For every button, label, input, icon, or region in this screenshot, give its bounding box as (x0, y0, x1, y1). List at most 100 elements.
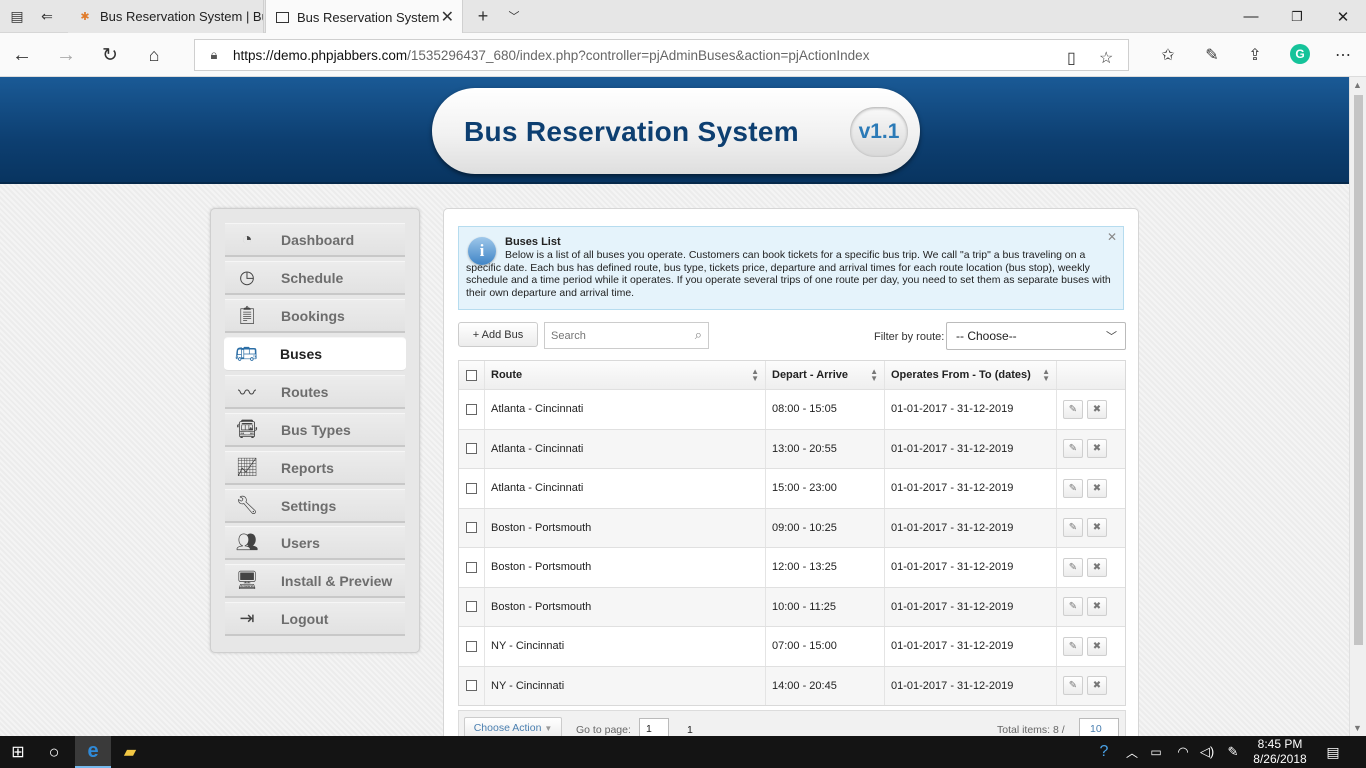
sidebar-item-settings[interactable]: 🔧︎ Settings (225, 489, 405, 523)
edit-icon[interactable]: ✎ (1063, 518, 1083, 538)
edge-browser-icon[interactable]: e (75, 736, 111, 768)
row-actions-cell: ✎ ✖ (1057, 509, 1127, 548)
web-page: Bus Reservation System v1.1 ◔ Dashboard … (0, 77, 1349, 736)
sidebar-item-bookings[interactable]: 📋︎ Bookings (225, 299, 405, 333)
volume-icon[interactable]: ◁) (1196, 736, 1218, 768)
grammarly-icon[interactable]: G (1290, 44, 1310, 64)
row-checkbox[interactable] (466, 443, 477, 455)
sidebar-item-label: Routes (281, 383, 329, 400)
chevron-up-icon[interactable]: ︿ (1122, 736, 1142, 768)
delete-icon[interactable]: ✖ (1087, 439, 1107, 459)
favorites-hub-icon[interactable]: ✩ (1155, 43, 1181, 67)
delete-icon[interactable]: ✖ (1087, 478, 1107, 498)
edit-icon[interactable]: ✎ (1063, 439, 1083, 459)
url-field[interactable]: 🔒︎ https://demo.phpjabbers.com/153529643… (194, 39, 1129, 71)
sidebar-item-label: Install & Preview (281, 572, 393, 589)
edit-icon[interactable]: ✎ (1063, 636, 1083, 656)
back-icon[interactable]: ← (9, 43, 35, 67)
sidebar-item-reports[interactable]: 📈︎ Reports (225, 451, 405, 485)
edit-icon[interactable]: ✎ (1063, 676, 1083, 696)
search-icon[interactable]: ⌕ (695, 327, 702, 343)
page-number-input[interactable]: 1 (639, 718, 669, 736)
browser-tab-2[interactable]: Bus Reservation System ✕ (265, 0, 463, 34)
tab-restore-icon[interactable]: ⇐ (36, 6, 58, 26)
tab-close-icon[interactable]: ✕ (441, 7, 454, 27)
add-bus-button[interactable]: + Add Bus (458, 322, 538, 347)
tab-list-chevron-icon[interactable]: ﹀ (503, 6, 525, 26)
action-center-icon[interactable]: ▤ (1320, 736, 1346, 768)
windows-start-icon[interactable]: ⊞ (0, 736, 36, 768)
refresh-icon[interactable]: ↻ (97, 43, 123, 67)
row-checkbox[interactable] (466, 403, 477, 415)
cortana-icon[interactable]: ○ (38, 736, 70, 768)
page-scrollbar[interactable]: ▲ ▼ (1349, 77, 1366, 736)
battery-icon[interactable]: ▭ (1146, 736, 1166, 768)
items-per-page-select[interactable]: 10 (1079, 718, 1119, 736)
depart-arrive-cell: 13:00 - 20:55 (766, 429, 885, 468)
file-explorer-icon[interactable]: ▰ (113, 736, 147, 768)
logo[interactable]: Bus Reservation System v1.1 (432, 88, 920, 174)
column-operates[interactable]: Operates From - To (dates) ▲ ▼ (885, 361, 1057, 389)
row-checkbox[interactable] (466, 482, 477, 494)
edit-icon[interactable]: ✎ (1063, 399, 1083, 419)
column-depart-arrive-label: Depart - Arrive (772, 369, 849, 381)
share-icon[interactable]: ⇪ (1242, 43, 1268, 67)
close-info-icon[interactable]: ✕ (1107, 230, 1117, 244)
clock-date: 8/26/2018 (1253, 752, 1307, 766)
forward-icon[interactable]: → (53, 43, 79, 67)
row-checkbox[interactable] (466, 680, 477, 692)
taskbar-clock[interactable]: 8:45 PM 8/26/2018 (1245, 737, 1315, 767)
row-checkbox[interactable] (466, 522, 477, 534)
row-checkbox[interactable] (466, 561, 477, 573)
sidebar-item-dashboard[interactable]: ◔ Dashboard (225, 223, 405, 257)
sidebar-item-logout[interactable]: ⇥ Logout (225, 602, 405, 636)
help-icon[interactable]: ? (1092, 736, 1116, 768)
search-input[interactable] (545, 323, 680, 348)
route-filter-select[interactable]: -- Choose-- ﹀ (946, 322, 1126, 350)
browser-tab-1[interactable]: ✱ Bus Reservation System | Bu (68, 0, 264, 33)
more-icon[interactable]: ⋯ (1330, 43, 1356, 67)
search-box: ⌕ (544, 322, 709, 349)
reading-view-icon[interactable]: ▯ (1067, 48, 1076, 68)
sidebar-item-install-preview[interactable]: 🖥︎ Install & Preview (225, 564, 405, 598)
delete-icon[interactable]: ✖ (1087, 399, 1107, 419)
delete-icon[interactable]: ✖ (1087, 636, 1107, 656)
users-icon: 👥︎ (235, 532, 259, 552)
scroll-up-icon[interactable]: ▲ (1353, 80, 1362, 90)
row-checkbox[interactable] (466, 640, 477, 652)
edit-icon[interactable]: ✎ (1063, 557, 1083, 577)
delete-icon[interactable]: ✖ (1087, 597, 1107, 617)
scroll-down-icon[interactable]: ▼ (1353, 723, 1362, 733)
monitor-icon: 🖥︎ (235, 570, 259, 590)
delete-icon[interactable]: ✖ (1087, 518, 1107, 538)
choose-action-button[interactable]: Choose Action ▼ (464, 717, 562, 736)
sidebar-item-users[interactable]: 👥︎ Users (225, 526, 405, 560)
sidebar-item-buses[interactable]: 🚌︎ Buses (224, 337, 406, 371)
scrollbar-thumb[interactable] (1354, 95, 1363, 645)
pen-icon[interactable]: ✎ (1199, 43, 1225, 67)
row-checkbox[interactable] (466, 601, 477, 613)
minimize-icon[interactable]: — (1228, 0, 1274, 33)
edit-icon[interactable]: ✎ (1063, 597, 1083, 617)
new-tab-icon[interactable]: + (472, 6, 494, 26)
pen-ink-icon[interactable]: ✎ (1222, 736, 1244, 768)
home-icon[interactable]: ⌂ (141, 43, 167, 67)
column-route[interactable]: Route ▲ ▼ (485, 361, 766, 389)
restore-window-icon[interactable]: ❐ (1274, 0, 1320, 33)
delete-icon[interactable]: ✖ (1087, 676, 1107, 696)
sidebar-item-routes[interactable]: 〰 Routes (225, 375, 405, 409)
sidebar-item-schedule[interactable]: ◷ Schedule (225, 261, 405, 295)
favorite-star-icon[interactable]: ☆ (1099, 48, 1113, 68)
select-all-checkbox[interactable] (466, 369, 477, 381)
page-link[interactable]: 1 (687, 724, 693, 736)
edit-icon[interactable]: ✎ (1063, 478, 1083, 498)
delete-icon[interactable]: ✖ (1087, 557, 1107, 577)
close-window-icon[interactable]: ✕ (1320, 0, 1366, 33)
logo-title: Bus Reservation System (464, 116, 799, 147)
logout-icon: ⇥ (239, 608, 255, 628)
header-checkbox-cell (459, 361, 485, 389)
column-depart-arrive[interactable]: Depart - Arrive ▲ ▼ (766, 361, 885, 389)
wifi-icon[interactable]: ◠ (1172, 736, 1194, 768)
tab-set-aside-icon[interactable]: ▤ (6, 6, 28, 26)
sidebar-item-bus-types[interactable]: 🚍︎ Bus Types (225, 413, 405, 447)
